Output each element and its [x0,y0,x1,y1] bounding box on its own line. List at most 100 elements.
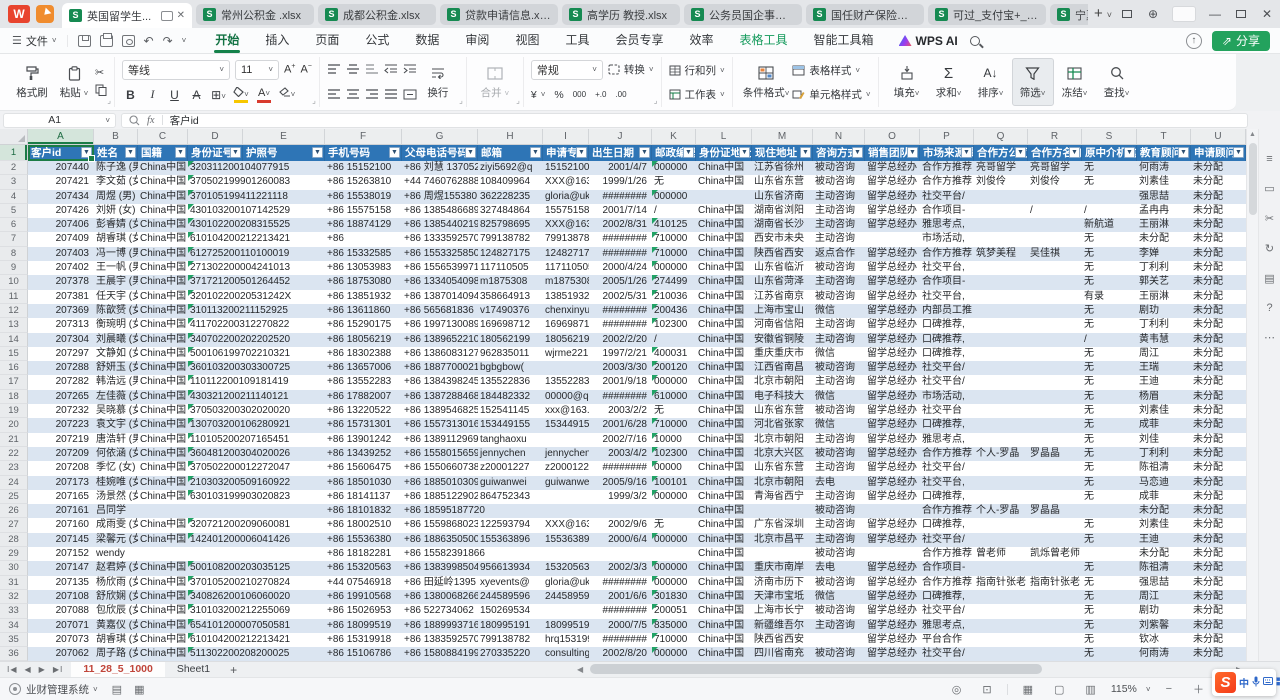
cell[interactable]: +86 19910568 [325,590,402,604]
filter-dropdown-button[interactable]: ▼ [800,147,811,158]
cell[interactable]: 主动咨询 [813,204,865,218]
cell[interactable]: 被动咨询 [813,547,865,561]
cell[interactable]: 个人-罗晶 [974,504,1028,518]
cell[interactable]: 000000 [652,533,696,547]
cell[interactable]: 340702200202202520 [188,333,243,347]
cell[interactable]: 2005/9/16 [589,476,652,490]
cell[interactable]: +44 07546918 [325,576,402,590]
cell[interactable]: ######## [589,318,652,332]
cell[interactable]: China中国 [138,633,188,647]
cell[interactable]: 340826200106060020 [188,590,243,604]
sum-button[interactable]: Σ 求和˅ [928,58,970,106]
cell[interactable]: 口碑推荐, [920,490,974,504]
cell[interactable]: 被动咨询 [813,604,865,618]
cell[interactable]: 冯一博 (男 [94,247,138,261]
cell[interactable]: 社交平台, [920,261,974,275]
cell[interactable]: 360103200303300725 [188,361,243,375]
cell[interactable]: 117110505 [478,261,543,275]
cell[interactable]: 留学总经办 [865,576,920,590]
cell[interactable]: 184482332 [478,390,543,404]
menu-item-开始[interactable]: 开始 [202,28,252,54]
cell[interactable]: China中国 [696,418,752,432]
cell[interactable]: 210303200509160922 [188,476,243,490]
row-number[interactable]: 30 [0,561,28,575]
cell[interactable]: 未分配 [1191,175,1246,189]
cell[interactable]: China中国 [696,333,752,347]
cell[interactable]: / [1028,204,1082,218]
align-left-icon[interactable] [327,89,341,100]
cell[interactable]: 留学总经办 [865,161,920,175]
cell[interactable] [543,547,589,561]
ime-voice-icon[interactable] [1252,676,1260,690]
cell[interactable]: 留学总经办 [865,490,920,504]
increase-indent-icon[interactable] [403,64,417,75]
cell[interactable] [543,361,589,375]
row-number[interactable]: 19 [0,404,28,418]
cell[interactable]: 100101 [652,476,696,490]
cell[interactable]: 孟冉冉 [1137,204,1191,218]
close-button[interactable]: ✕ [1254,7,1280,21]
cell[interactable]: 371721200501264452 [188,275,243,289]
cell[interactable]: 710000 [652,418,696,432]
cell[interactable]: China中国 [138,561,188,575]
hscroll-left-icon[interactable]: ◀ [577,665,583,674]
cell[interactable]: 主动咨询 [813,433,865,447]
cell[interactable]: China中国 [138,218,188,232]
cell[interactable] [752,547,813,561]
cell[interactable]: +44 7460762888 [402,175,478,189]
cell[interactable]: 市场活动, [920,390,974,404]
cell[interactable]: 155363896 [543,533,589,547]
cell[interactable]: 000000 [652,375,696,389]
cell[interactable]: 124827175 [478,247,543,261]
cell[interactable] [1028,261,1082,275]
print-preview-icon[interactable] [122,35,135,47]
cell[interactable] [478,547,543,561]
cell[interactable] [974,404,1028,418]
cell[interactable]: 包欣辰 (女 [94,604,138,618]
cell[interactable]: 207209 [28,447,94,461]
cell[interactable] [543,433,589,447]
cell[interactable] [974,461,1028,475]
header-cell-D[interactable]: 身份证号▼ [188,145,243,161]
cell[interactable]: 剧玏 [1137,304,1191,318]
cell[interactable]: bgbgbow( [478,361,543,375]
cell[interactable]: +86 18002510 [325,518,402,532]
underline-button[interactable]: U [166,88,183,102]
filter-dropdown-button[interactable]: ▼ [1015,147,1026,158]
cell[interactable]: 未分配 [1191,490,1246,504]
cell[interactable]: 留学总经办 [865,333,920,347]
cell[interactable]: China中国 [696,461,752,475]
cell[interactable]: 重庆市南岸 [752,561,813,575]
cell[interactable] [1028,347,1082,361]
cell[interactable]: 湖南省长沙 [752,218,813,232]
cell[interactable]: 2003/4/2 [589,447,652,461]
cell[interactable]: +86 13835925706 [402,633,478,647]
row-number[interactable]: 3 [0,175,28,189]
cell[interactable]: 169698712 [543,318,589,332]
cell[interactable]: 周煜 (男) [94,190,138,204]
cell[interactable]: 未分配 [1191,590,1246,604]
filter-dropdown-button[interactable]: ▼ [1124,147,1135,158]
cell[interactable]: +86 15538019 [325,190,402,204]
cell[interactable]: 合作方推荐 [920,447,974,461]
header-cell-T[interactable]: 教育顾问▼ [1137,145,1191,161]
cell[interactable]: 留学总经办 [865,318,920,332]
cell[interactable]: 155363896 [478,533,543,547]
cell[interactable]: 主动咨询 [813,518,865,532]
alignment-dialog-launcher[interactable]: ⌟ [459,96,463,105]
cell[interactable]: 丁利利 [1137,318,1191,332]
cell[interactable] [865,232,920,246]
cell[interactable]: 留学总经办 [865,304,920,318]
cell[interactable]: China中国 [696,518,752,532]
share-button[interactable]: ⇗ 分享 [1212,31,1270,51]
cell[interactable]: +86 15731301 [325,418,402,432]
cell[interactable]: +86 13611860 [325,304,402,318]
file-tab[interactable]: S宁夏教师样本.xlsx [1050,4,1088,25]
cell[interactable]: 207223 [28,418,94,432]
cell[interactable]: 山东省临沂 [752,261,813,275]
cell[interactable]: 被动咨询 [813,404,865,418]
cell[interactable]: 362228235 [478,190,543,204]
cut-icon[interactable]: ✂ [95,66,107,79]
cell[interactable]: 刘俊伶 [1028,175,1082,189]
cell[interactable]: +86 18101832 [325,504,402,518]
